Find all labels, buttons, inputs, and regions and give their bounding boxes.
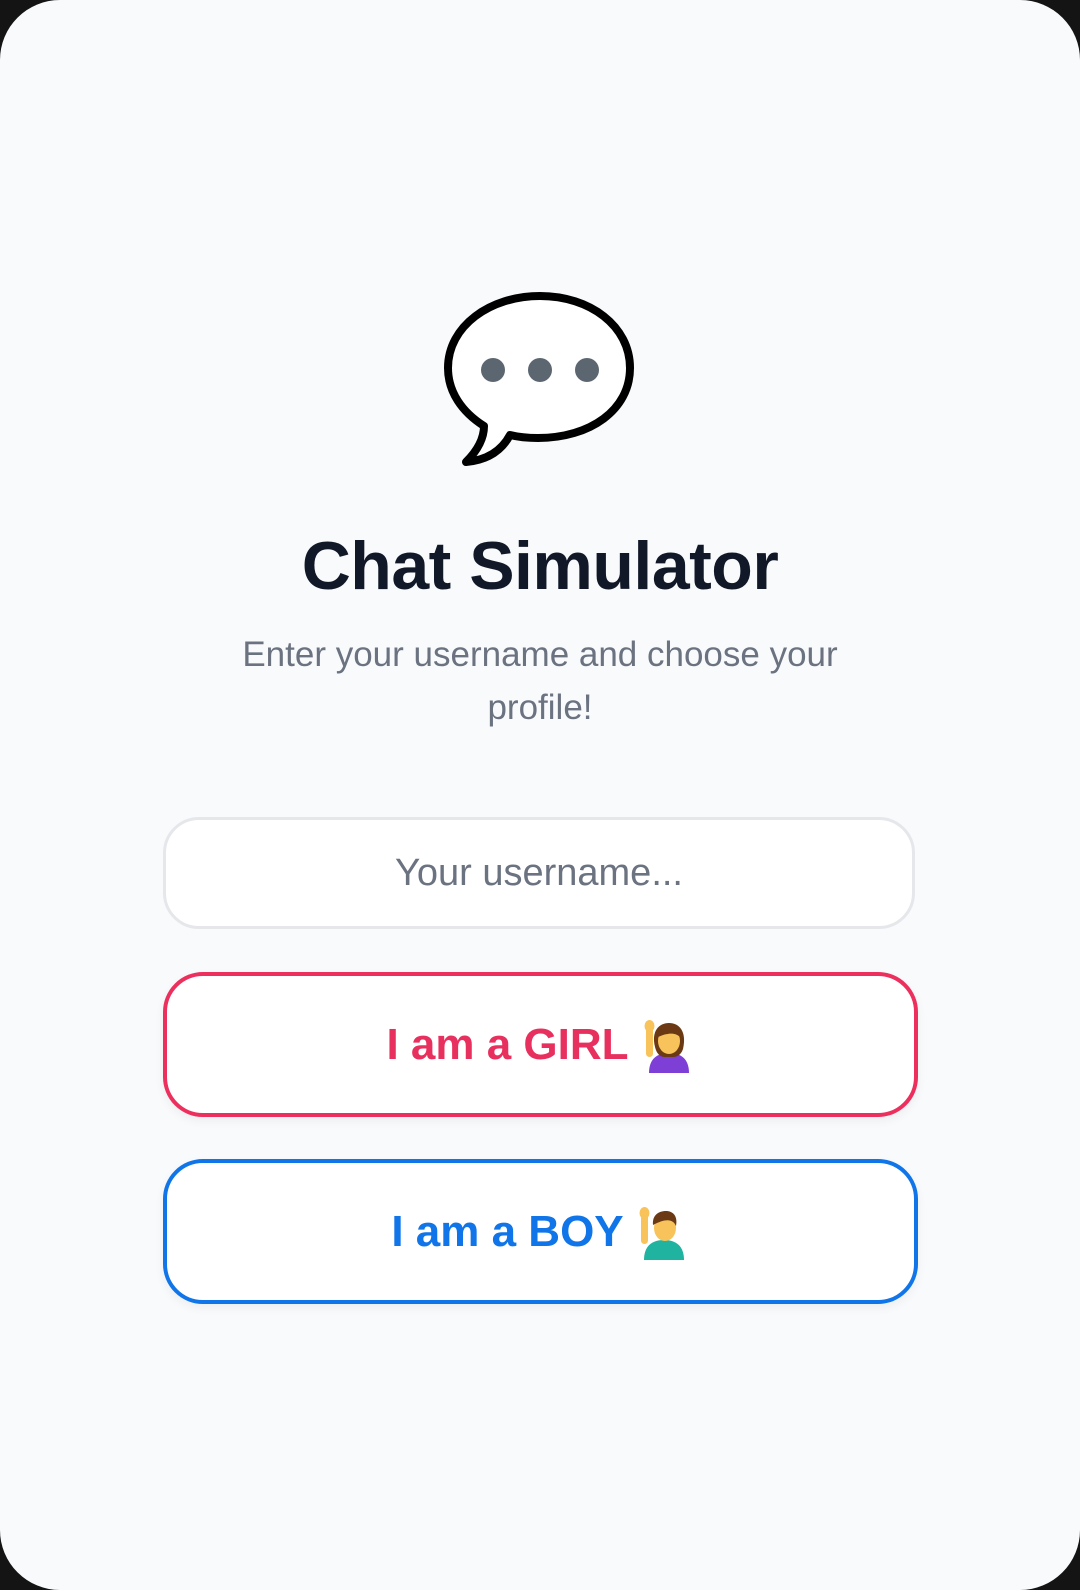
app-screen: Chat Simulator Enter your username and c… [0, 0, 1080, 1590]
speech-bubble-icon [444, 292, 634, 466]
woman-raising-hand-icon [644, 1019, 689, 1073]
girl-profile-button[interactable]: I am a GIRL [163, 972, 918, 1117]
username-input[interactable] [163, 817, 915, 929]
page-title: Chat Simulator [301, 528, 779, 604]
page-subtitle: Enter your username and choose your prof… [242, 635, 838, 727]
boy-button-label: I am a BOY [391, 1206, 624, 1256]
boy-profile-button[interactable]: I am a BOY [163, 1159, 918, 1304]
man-raising-hand-icon [639, 1206, 684, 1260]
girl-button-label: I am a GIRL [386, 1019, 629, 1069]
